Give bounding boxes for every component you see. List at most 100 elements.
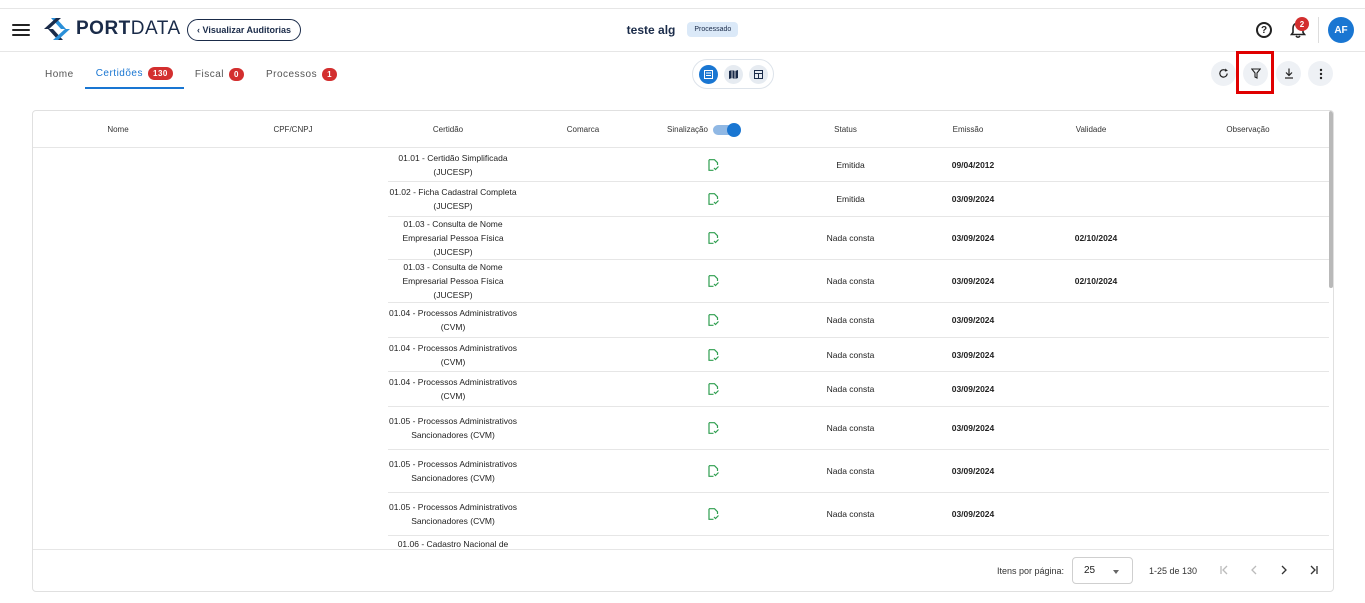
items-per-page-label: Itens por página: [997,566,1065,576]
certidao-cell: 01.04 - Processos Administrativos (CVM) [388,308,518,332]
tab-processos[interactable]: Processos 1 [255,60,348,89]
emissao-cell: 03/09/2024 [951,194,995,204]
table-row[interactable]: 01.05 - Processos Administrativos Sancio… [388,450,1329,493]
tab-certidoes[interactable]: Certidões 130 [84,60,184,89]
table-row[interactable]: 01.02 - Ficha Cadastral Completa (JUCESP… [388,182,1329,217]
status-cell: Nada consta [826,315,875,325]
column-header-observacao[interactable]: Observação [1198,111,1298,148]
download-button[interactable] [1276,61,1301,86]
emissao-cell: 09/04/2012 [951,159,995,170]
table-row[interactable]: 01.03 - Consulta de Nome Empresarial Pes… [388,217,1329,260]
download-icon [1284,68,1293,79]
document-check-icon[interactable] [698,450,728,492]
certidao-cell: 01.05 - Processos Administrativos Sancio… [388,502,518,526]
emissao-cell: 03/09/2024 [951,276,995,286]
document-check-icon[interactable] [698,493,728,535]
sinalizacao-toggle[interactable] [712,122,741,137]
table-paginator: Itens por página: 25 1-25 de 130 [33,549,1333,591]
certidao-cell: 01.02 - Ficha Cadastral Completa (JUCESP… [389,187,517,211]
grid-view-button[interactable] [748,64,768,84]
portdata-logo[interactable]: PORTDATA [44,18,181,40]
validade-cell: 02/10/2024 [1074,276,1118,286]
table-header: Nome CPF/CNPJ Certidão Comarca Sinalizaç… [33,111,1329,148]
emissao-cell: 03/09/2024 [951,315,995,325]
tab-certidoes-count: 130 [148,67,173,80]
table-row[interactable]: 01.06 - Cadastro Nacional de [388,536,1329,549]
list-view-button[interactable] [698,64,718,84]
user-avatar[interactable]: AF [1328,17,1354,43]
document-check-icon[interactable] [698,182,728,216]
table-row[interactable]: 01.04 - Processos Administrativos (CVM) N… [388,372,1329,407]
column-header-validade[interactable]: Validade [1051,111,1131,148]
column-header-cpf-cnpj[interactable]: CPF/CNPJ [248,111,338,148]
visualizar-auditorias-button[interactable]: ‹ Visualizar Auditorias [187,19,302,41]
table-row[interactable]: 01.03 - Consulta de Nome Empresarial Pes… [388,260,1329,303]
last-page-icon[interactable] [1306,562,1322,578]
column-header-sinalizacao: Sinalização [658,111,748,148]
certidao-cell: 01.03 - Consulta de Nome Empresarial Pes… [402,262,504,300]
refresh-button[interactable] [1211,61,1236,86]
map-view-button[interactable] [723,64,743,84]
certidao-cell: 01.06 - Cadastro Nacional de [397,539,509,549]
logo-text: PORTDATA [76,18,181,39]
table-row[interactable]: 01.04 - Processos Administrativos (CVM) N… [388,338,1329,372]
notification-count-badge: 2 [1295,17,1309,31]
document-check-icon[interactable] [698,407,728,449]
more-options-button[interactable] [1308,61,1333,86]
certidao-cell: 01.01 - Certidão Simplificada (JUCESP) [398,152,508,177]
first-page-icon[interactable] [1216,562,1232,578]
document-check-icon[interactable] [698,372,728,406]
status-cell: Nada consta [826,466,875,476]
emissao-cell: 03/09/2024 [951,466,995,476]
table-row[interactable]: 01.01 - Certidão Simplificada (JUCESP) Em… [388,148,1329,182]
table-row[interactable]: 01.04 - Processos Administrativos (CVM) N… [388,303,1329,338]
table-grid-icon [753,69,763,79]
tab-fiscal[interactable]: Fiscal 0 [184,60,255,89]
hamburger-menu-icon[interactable] [12,21,30,39]
table-row[interactable]: 01.05 - Processos Administrativos Sancio… [388,407,1329,450]
map-icon [728,69,738,79]
items-per-page-value: 25 [1084,565,1096,576]
next-page-icon[interactable] [1276,562,1292,578]
document-check-icon[interactable] [698,148,728,181]
column-header-status[interactable]: Status [803,111,888,148]
top-app-bar: PORTDATA ‹ Visualizar Auditorias teste a… [0,8,1365,52]
certidao-cell: 01.05 - Processos Administrativos Sancio… [388,459,518,483]
sinalizacao-label: Sinalização [667,125,708,134]
emissao-cell: 03/09/2024 [951,233,995,243]
table-row[interactable]: 01.05 - Processos Administrativos Sancio… [388,493,1329,536]
portdata-logo-icon [44,18,70,40]
tab-home[interactable]: Home [34,60,85,89]
section-tabs: Home Certidões 130 Fiscal 0 Processos 1 [34,60,348,90]
column-header-emissao[interactable]: Emissão [928,111,1008,148]
refresh-icon [1219,68,1228,78]
status-cell: Nada consta [826,349,875,360]
emissao-cell: 03/09/2024 [951,384,995,394]
column-header-certidao[interactable]: Certidão [403,111,493,148]
emissao-cell: 03/09/2024 [951,423,995,433]
items-per-page-select[interactable]: 25 [1072,557,1133,584]
status-cell: Nada consta [826,423,875,433]
filter-highlight-box [1236,51,1274,94]
document-check-icon[interactable] [698,338,728,371]
status-cell: Emitida [836,159,865,170]
document-check-icon[interactable] [698,217,728,259]
certidao-cell: 01.05 - Processos Administrativos Sancio… [388,416,518,440]
dropdown-arrow-icon [1113,570,1119,574]
column-header-comarca[interactable]: Comarca [543,111,623,148]
validade-cell: 02/10/2024 [1074,233,1118,243]
document-check-icon[interactable] [698,260,728,302]
scrollbar-thumb[interactable] [1329,111,1333,288]
more-vertical-icon [1319,68,1322,79]
help-icon[interactable]: ? [1256,22,1272,38]
certidao-cell: 01.04 - Processos Administrativos (CVM) [388,342,518,367]
column-header-nome[interactable]: Nome [73,111,163,148]
page-range-label: 1-25 de 130 [1149,566,1198,576]
document-check-icon[interactable] [698,303,728,337]
header-divider [1318,17,1319,43]
previous-page-icon[interactable] [1246,562,1262,578]
list-view-icon [703,69,713,79]
tab-processos-count: 1 [322,68,338,81]
table-scrollbar[interactable] [1329,111,1333,549]
certidao-cell: 01.04 - Processos Administrativos (CVM) [388,377,518,401]
